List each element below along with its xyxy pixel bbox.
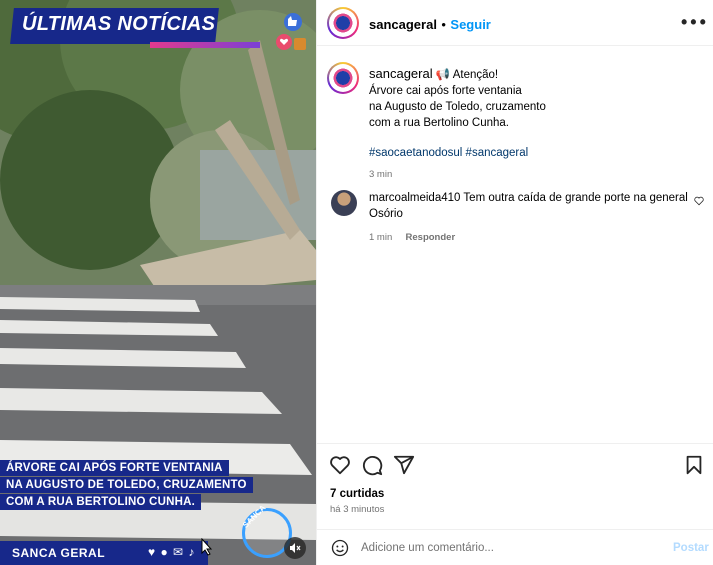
caption-line: Árvore cai após forte ventania xyxy=(369,85,522,97)
commenter-avatar[interactable] xyxy=(331,190,357,216)
megaphone-icon: 📢 xyxy=(435,69,451,81)
news-caption-line: NA AUGUSTO DE TOLEDO, CRUZAMENTO xyxy=(0,477,253,493)
add-comment-bar: Postar xyxy=(317,529,713,565)
social-icons: ♥ ● ✉ ♪ xyxy=(148,545,196,559)
more-options-icon[interactable]: • • • xyxy=(681,12,706,33)
comment-like-heart-icon[interactable] xyxy=(694,196,704,206)
post-comment-button[interactable]: Postar xyxy=(673,542,709,554)
comment-item: marcoalmeida410 Tem outra caída de grand… xyxy=(369,190,689,246)
post-header: sancageral • Seguir • • • xyxy=(317,0,713,46)
speaker-muted-icon xyxy=(290,543,301,553)
post-time: há 3 minutos xyxy=(330,504,385,515)
emoji-icon[interactable] xyxy=(331,539,349,557)
caption-line: Atenção! xyxy=(452,69,499,81)
share-paper-plane-icon[interactable] xyxy=(393,454,415,476)
caption-username[interactable]: sancageral xyxy=(369,66,433,81)
follow-button[interactable]: Seguir xyxy=(450,17,490,32)
like-heart-icon[interactable] xyxy=(329,454,351,476)
caption-hashtags[interactable]: #saocaetanodosul #sancageral xyxy=(369,145,699,161)
post-details-panel: sancageral • Seguir • • • sancageral 📢 A… xyxy=(316,0,713,565)
comment-input[interactable] xyxy=(361,538,661,558)
comment-bubble-icon[interactable] xyxy=(361,454,383,476)
caption-author-avatar[interactable] xyxy=(327,62,359,94)
save-bookmark-icon[interactable] xyxy=(683,454,705,476)
comment-meta: 1 min Responder xyxy=(369,230,689,246)
floating-reactions-icon xyxy=(276,13,306,50)
author-avatar[interactable] xyxy=(327,7,359,39)
caption-line: na Augusto de Toledo, cruzamento xyxy=(369,101,546,113)
post-caption: sancageral 📢 Atenção! Árvore cai após fo… xyxy=(369,66,699,183)
mouse-cursor-icon xyxy=(201,538,213,556)
caption-age: 3 min xyxy=(369,169,393,180)
instagram-post-view: ÚLTIMAS NOTÍCIAS ÁRVORE CAI APÓS FORTE V… xyxy=(0,0,713,565)
news-banner-title: ÚLTIMAS NOTÍCIAS xyxy=(22,13,216,35)
caption-line: com a rua Bertolino Cunha. xyxy=(369,117,509,129)
news-caption-line: COM A RUA BERTOLINO CUNHA. xyxy=(0,494,201,510)
author-username[interactable]: sancageral xyxy=(369,17,437,32)
news-banner-accent xyxy=(150,42,260,48)
post-media-video[interactable]: ÚLTIMAS NOTÍCIAS ÁRVORE CAI APÓS FORTE V… xyxy=(0,0,316,565)
mute-button[interactable] xyxy=(284,537,306,559)
comment-age: 1 min xyxy=(369,232,393,243)
news-caption-overlay: ÁRVORE CAI APÓS FORTE VENTANIA NA AUGUST… xyxy=(0,460,270,520)
commenter-username[interactable]: marcoalmeida410 xyxy=(369,192,460,204)
separator-dot: • xyxy=(441,17,446,32)
brand-name: SANCA GERAL xyxy=(12,546,106,560)
news-caption-line: ÁRVORE CAI APÓS FORTE VENTANIA xyxy=(0,460,229,476)
header-text: sancageral • Seguir xyxy=(369,16,491,34)
likes-count[interactable]: 7 curtidas xyxy=(330,488,384,500)
reply-button[interactable]: Responder xyxy=(406,232,456,243)
